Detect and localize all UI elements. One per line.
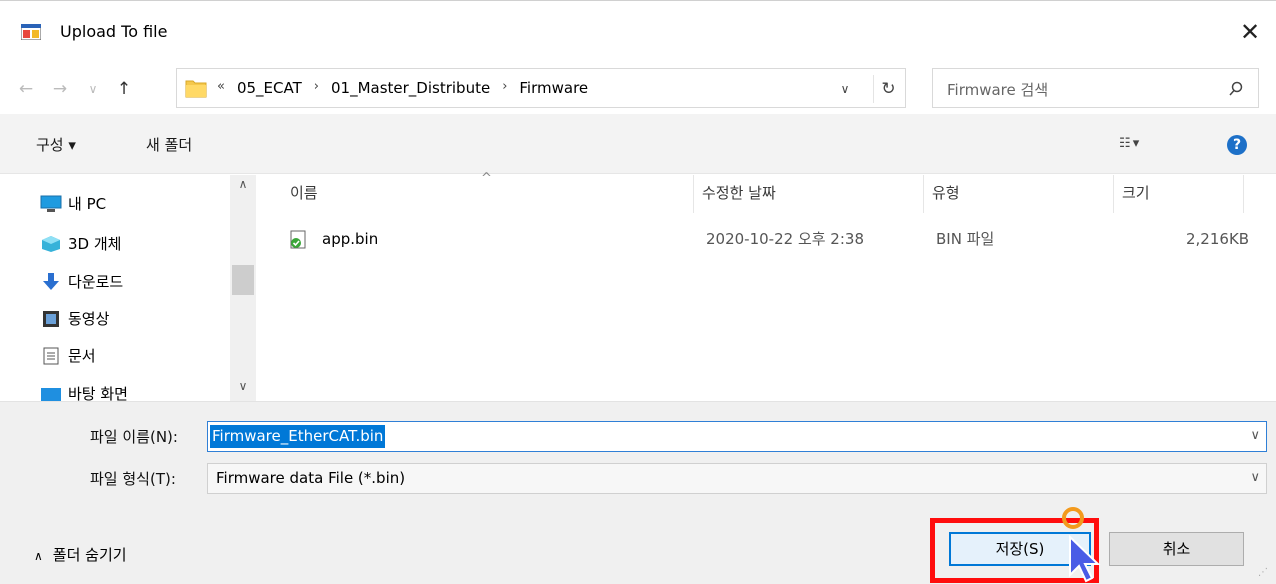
- click-indicator-icon: [1062, 507, 1084, 529]
- filetype-value: Firmware data File (*.bin): [216, 469, 406, 487]
- folder-icon: [185, 80, 207, 98]
- sidebar-item-label: 3D 개체: [68, 235, 122, 253]
- file-type: BIN 파일: [936, 230, 995, 248]
- mouse-cursor-icon: [1069, 535, 1101, 583]
- filename-value[interactable]: Firmware_EtherCAT.bin: [210, 425, 386, 448]
- forward-button[interactable]: →: [48, 76, 72, 102]
- scrollbar-thumb[interactable]: [232, 265, 254, 295]
- help-icon[interactable]: ?: [1227, 135, 1247, 155]
- filetype-select[interactable]: Firmware data File (*.bin) ∨: [207, 463, 1267, 494]
- sidebar-item-documents[interactable]: 문서: [40, 343, 96, 369]
- sidebar-item-label: 바탕 화면: [68, 385, 128, 401]
- breadcrumb-item[interactable]: 01_Master_Distribute: [331, 79, 490, 97]
- save-options-panel: 파일 이름(N): Firmware_EtherCAT.bin ∨ 파일 형식(…: [0, 401, 1276, 584]
- up-button[interactable]: ↑: [112, 76, 136, 102]
- recent-locations-button[interactable]: ∨: [84, 76, 102, 102]
- breadcrumb-separator[interactable]: ›: [490, 79, 519, 97]
- resize-grip-icon[interactable]: ⋰: [1258, 567, 1268, 578]
- filename-field[interactable]: Firmware_EtherCAT.bin ∨: [207, 421, 1267, 452]
- command-bar: 구성 ▾ 새 폴더 ☷ ▾ ?: [0, 114, 1276, 174]
- address-bar[interactable]: « 05_ECAT › 01_Master_Distribute › Firmw…: [176, 68, 906, 108]
- computer-icon: [40, 195, 62, 213]
- chevron-down-icon[interactable]: ∨: [1250, 428, 1260, 443]
- sidebar-item-label: 다운로드: [68, 273, 124, 291]
- close-button[interactable]: ✕: [1234, 15, 1266, 49]
- sidebar-item-label: 동영상: [68, 310, 110, 328]
- file-list: ^ 이름 수정한 날짜 유형 크기 app.bin 2020-10-22 오후 …: [256, 171, 1276, 401]
- file-date: 2020-10-22 오후 2:38: [706, 230, 864, 248]
- back-button[interactable]: ←: [14, 76, 38, 102]
- sidebar-item-label: 내 PC: [68, 195, 107, 213]
- file-icon: [288, 230, 308, 259]
- scroll-up-icon[interactable]: ∧: [230, 177, 256, 191]
- sidebar-item-3d-objects[interactable]: 3D 개체: [40, 231, 121, 257]
- view-options-icon[interactable]: ☷ ▾: [1119, 136, 1139, 151]
- sidebar-item-desktop[interactable]: 바탕 화면: [40, 381, 128, 401]
- search-input[interactable]: Firmware 검색: [932, 68, 1259, 108]
- filename-label: 파일 이름(N):: [90, 428, 178, 446]
- cancel-button[interactable]: 취소: [1109, 532, 1244, 566]
- title-bar: Upload To file ✕: [0, 0, 1276, 62]
- column-header-date[interactable]: 수정한 날짜: [694, 175, 924, 213]
- sidebar-item-label: 문서: [68, 347, 96, 365]
- scroll-down-icon[interactable]: ∨: [230, 379, 256, 393]
- window-title: Upload To file: [60, 22, 168, 41]
- video-icon: [40, 310, 62, 328]
- file-size: 2,216KB: [1186, 230, 1250, 248]
- column-header-size[interactable]: 크기: [1114, 175, 1244, 213]
- filetype-label: 파일 형식(T):: [90, 470, 176, 488]
- app-icon: [21, 24, 41, 40]
- sidebar-item-downloads[interactable]: 다운로드: [40, 269, 123, 295]
- hide-folders-button[interactable]: ∧ 폴더 숨기기: [34, 544, 127, 565]
- sidebar-item-videos[interactable]: 동영상: [40, 306, 109, 332]
- organize-button[interactable]: 구성 ▾: [36, 134, 76, 155]
- breadcrumb-separator[interactable]: ›: [302, 79, 331, 97]
- cube-icon: [40, 235, 62, 253]
- breadcrumb-overflow[interactable]: «: [217, 79, 237, 97]
- column-header-type[interactable]: 유형: [924, 175, 1114, 213]
- hide-folders-label: 폴더 숨기기: [52, 546, 127, 564]
- breadcrumb-item[interactable]: Firmware: [519, 79, 588, 97]
- search-placeholder: Firmware 검색: [947, 81, 1049, 99]
- chevron-down-icon[interactable]: ∨: [835, 78, 855, 100]
- navigation-pane: 내 PC 3D 개체 다운로드 동영상 문서 바탕 화면 ∧ ∨: [0, 175, 256, 401]
- table-row[interactable]: app.bin 2020-10-22 오후 2:38 BIN 파일 2,216K…: [288, 225, 1258, 253]
- column-header-name[interactable]: 이름: [282, 175, 694, 213]
- chevron-down-icon[interactable]: ∨: [1250, 470, 1260, 485]
- new-folder-button[interactable]: 새 폴더: [146, 134, 192, 155]
- sidebar-scrollbar[interactable]: ∧ ∨: [230, 175, 256, 401]
- chevron-up-icon: ∧: [34, 549, 43, 563]
- file-name: app.bin: [322, 230, 379, 248]
- breadcrumb: « 05_ECAT › 01_Master_Distribute › Firmw…: [217, 79, 588, 97]
- desktop-icon: [40, 385, 62, 401]
- sidebar-item-my-pc[interactable]: 내 PC: [40, 191, 106, 217]
- refresh-icon[interactable]: ↻: [873, 75, 903, 103]
- breadcrumb-item[interactable]: 05_ECAT: [237, 79, 302, 97]
- search-icon[interactable]: [1228, 81, 1244, 97]
- document-icon: [40, 347, 62, 365]
- download-icon: [40, 273, 62, 291]
- navigation-bar: ← → ∨ ↑ « 05_ECAT › 01_Master_Distribute…: [0, 62, 1276, 114]
